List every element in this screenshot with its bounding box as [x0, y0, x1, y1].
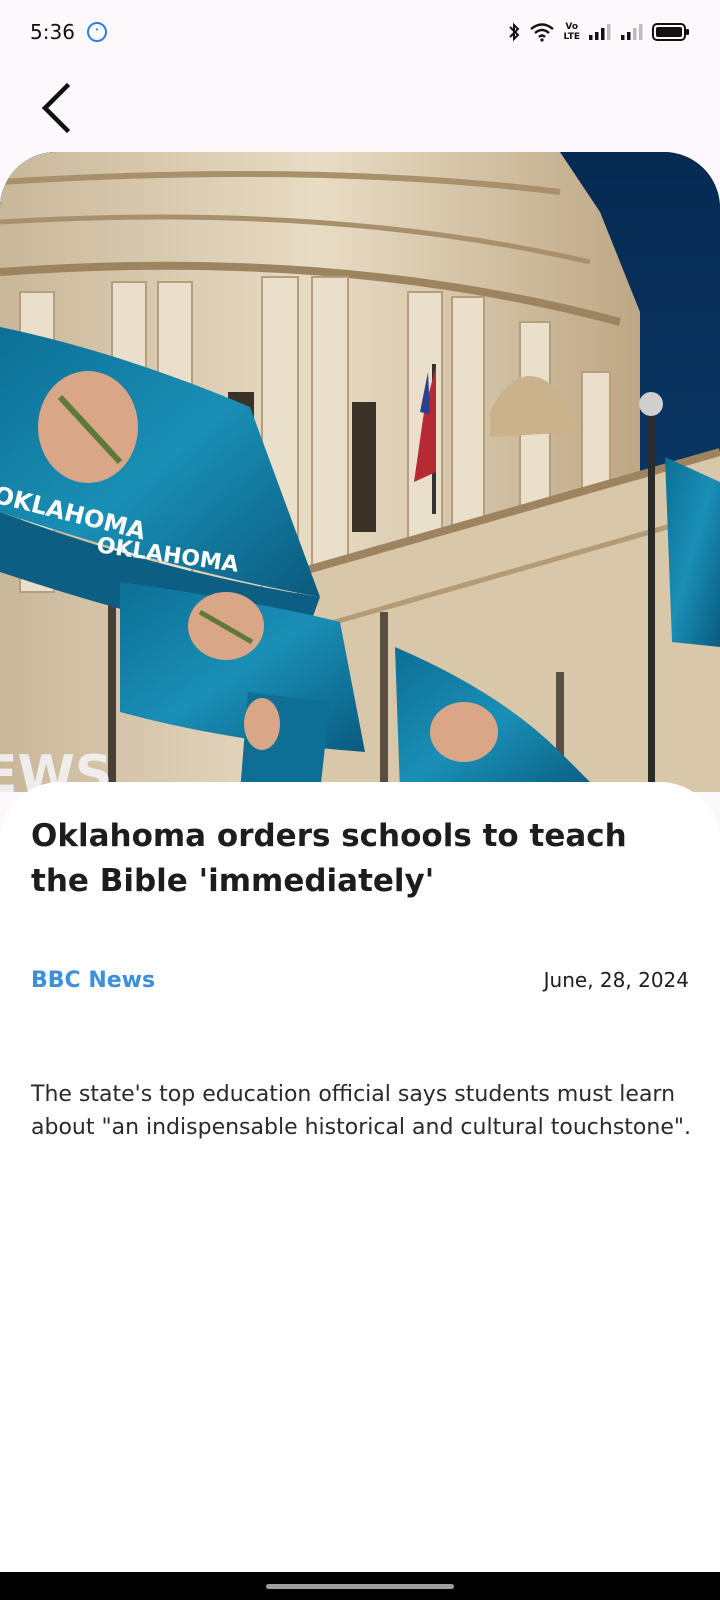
wifi-icon: [529, 22, 555, 42]
screen: 5:36 • Vo LTE OKLAHOMA OKLAHOMA WS Oklah…: [0, 0, 720, 1600]
article-source-link[interactable]: BBC News: [31, 968, 155, 993]
bluetooth-icon: [507, 21, 521, 43]
article-title: Oklahoma orders schools to teach the Bib…: [31, 818, 627, 899]
article-date: June, 28, 2024: [543, 968, 689, 992]
signal-icon: [588, 22, 612, 42]
volte-bottom-label: LTE: [563, 32, 580, 42]
back-button[interactable]: [32, 78, 80, 138]
volte-icon: Vo LTE: [563, 22, 580, 42]
chevron-left-icon: [41, 82, 71, 134]
article-summary: The state's top education official says …: [31, 1082, 691, 1140]
volte-top-label: Vo: [565, 22, 579, 32]
oklahoma-capitol-flags-image: OKLAHOMA OKLAHOMA EWS: [0, 152, 720, 792]
status-bar: 5:36 • Vo LTE: [0, 0, 720, 64]
chat-bubble-icon: •: [86, 22, 107, 42]
signal-icon: [620, 22, 644, 42]
status-right: Vo LTE: [507, 21, 690, 43]
article-hero-image: OKLAHOMA OKLAHOMA EWS: [0, 152, 720, 792]
navigation-bar: [0, 1572, 720, 1600]
battery-icon: [652, 22, 690, 42]
status-time: 5:36: [30, 20, 75, 44]
status-left: 5:36 •: [30, 20, 107, 44]
home-indicator[interactable]: [266, 1584, 454, 1589]
